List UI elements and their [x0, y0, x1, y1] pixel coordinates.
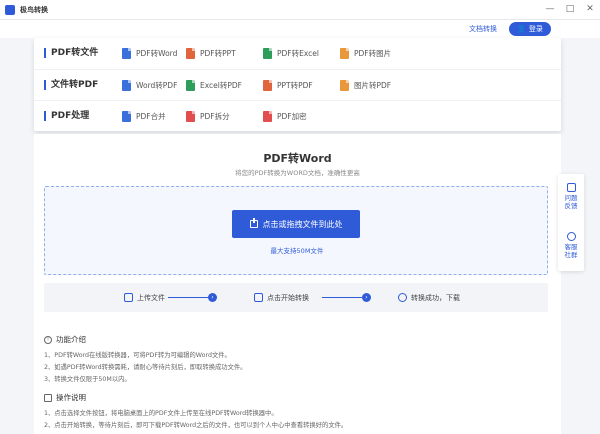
upload-icon — [249, 218, 258, 228]
menu-item-pdf-to-excel[interactable]: PDF转Excel — [263, 48, 319, 59]
main-content: PDF转Word 将您的PDF转换为WORD文档，准确性更高 点击或拖拽文件到此… — [34, 134, 561, 434]
page-title: PDF转Word — [263, 152, 332, 165]
instruction-line: 2、点击开始转换，等待片刻后，即可下载PDF转Word之后的文件，也可以到个人中… — [44, 422, 348, 429]
step-connector — [322, 297, 362, 298]
feedback-label: 反馈 — [564, 202, 578, 210]
menu-item-ppt-to-pdf[interactable]: PPT转PDF — [263, 79, 313, 91]
menu-item-pdf-merge[interactable]: PDF合并 — [122, 110, 166, 122]
menu-item-label: PPT转PDF — [277, 80, 313, 90]
menu-item-label: PDF拆分 — [200, 111, 230, 121]
feature-line: 1、PDF转Word在线版转换器，可将PDF转为可编辑的Word文件。 — [44, 352, 231, 359]
image-file-icon — [340, 48, 349, 59]
tool-menu-panel: PDF转文件 PDF转Word PDF转PPT PDF转Excel PDF转图片… — [34, 38, 561, 131]
menu-item-pdf-to-ppt[interactable]: PDF转PPT — [186, 48, 236, 59]
step-start: 点击开始转换 — [254, 293, 309, 303]
instructions-heading: 操作说明 — [44, 392, 86, 403]
maximize-button[interactable]: □ — [564, 3, 576, 15]
menu-item-label: PDF合并 — [136, 111, 166, 121]
menu-category: PDF处理 — [44, 111, 89, 121]
minimize-button[interactable]: — — [544, 3, 556, 15]
menu-item-label: PDF转图片 — [354, 49, 392, 58]
size-limit-note: 最大支持50M文件 — [270, 247, 324, 255]
menu-item-excel-to-pdf[interactable]: Excel转PDF — [186, 79, 242, 91]
menu-item-label: Excel转PDF — [200, 80, 242, 90]
lock-file-icon — [263, 110, 272, 122]
check-circle-icon — [398, 293, 407, 302]
menu-row-file-to-pdf: 文件转PDF Word转PDF Excel转PDF PPT转PDF 图片转PDF — [34, 69, 561, 100]
menu-item-pdf-split[interactable]: PDF拆分 — [186, 110, 230, 122]
menu-item-label: PDF转Word — [136, 49, 178, 58]
step-label: 转换成功，下载 — [411, 293, 460, 302]
menu-item-label: Word转PDF — [136, 80, 178, 90]
step-connector — [168, 297, 208, 298]
page-subtitle: 将您的PDF转换为WORD文档，准确性更高 — [235, 169, 360, 177]
login-label: 登录 — [528, 25, 543, 33]
arrow-right-icon: › — [208, 293, 217, 302]
menu-item-pdf-to-image[interactable]: PDF转图片 — [340, 48, 391, 59]
section-title: 功能介绍 — [56, 335, 86, 344]
menu-item-image-to-pdf[interactable]: 图片转PDF — [340, 79, 392, 91]
app-logo-icon — [5, 4, 15, 15]
menu-item-pdf-to-word[interactable]: PDF转Word — [122, 48, 177, 59]
feedback-button[interactable]: 问题 反馈 — [558, 183, 584, 210]
feature-line: 3、转换文件仅限于50M以内。 — [44, 376, 131, 383]
login-button[interactable]: 👤 登录 — [509, 22, 551, 36]
menu-category: 文件转PDF — [44, 80, 98, 90]
doc-convert-menu[interactable]: 文档转换 — [469, 24, 497, 34]
click-icon — [254, 293, 263, 302]
document-icon — [44, 393, 52, 402]
menu-row-pdf-to-file: PDF转文件 PDF转Word PDF转PPT PDF转Excel PDF转图片 — [34, 38, 561, 69]
window-controls: — □ ✕ — [544, 3, 596, 15]
excel-file-icon — [263, 48, 272, 59]
word-file-icon — [122, 79, 131, 91]
menu-category: PDF转文件 — [44, 48, 98, 58]
menu-item-label: PDF转PPT — [200, 49, 236, 58]
info-icon: ! — [44, 335, 52, 344]
menu-item-label: 图片转PDF — [354, 80, 392, 90]
menu-item-label: PDF加密 — [277, 111, 307, 121]
side-float-panel: 问题 反馈 客服 社群 — [558, 174, 584, 271]
instruction-line: 1、点击选择文件按钮，将电脑桌面上的PDF文件上传至在线PDF转Word转换器中… — [44, 410, 278, 417]
menu-item-pdf-encrypt[interactable]: PDF加密 — [263, 110, 307, 122]
step-download: 转换成功，下载 — [398, 293, 460, 303]
ppt-file-icon — [263, 79, 272, 91]
headset-icon — [566, 232, 576, 241]
community-label: 客服 — [564, 243, 578, 251]
upload-button[interactable]: 点击或拖拽文件到此处 — [232, 210, 360, 238]
conversion-steps: 上传文件 › 点击开始转换 › 转换成功，下载 — [44, 283, 548, 312]
community-button[interactable]: 客服 社群 — [558, 232, 584, 259]
features-heading: ! 功能介绍 — [44, 334, 86, 345]
feedback-label: 问题 — [564, 194, 578, 202]
upload-file-icon — [124, 293, 133, 302]
feature-line: 2、如遇PDF转Word转换需耗，请耐心等待片刻后，即取转换成功文件。 — [44, 364, 247, 371]
section-title: 操作说明 — [56, 393, 86, 402]
step-label: 点击开始转换 — [267, 293, 309, 302]
step-upload: 上传文件 — [124, 293, 165, 303]
arrow-right-icon: › — [362, 293, 371, 302]
menu-item-label: PDF转Excel — [277, 49, 319, 58]
step-label: 上传文件 — [137, 293, 165, 302]
file-drop-zone[interactable]: 点击或拖拽文件到此处 最大支持50M文件 — [44, 186, 548, 275]
top-header: 文档转换 👤 登录 — [0, 20, 600, 38]
community-label: 社群 — [564, 251, 578, 259]
merge-file-icon — [122, 110, 131, 122]
menu-row-pdf-processing: PDF处理 PDF合并 PDF拆分 PDF加密 — [34, 100, 561, 131]
upload-button-label: 点击或拖拽文件到此处 — [262, 219, 343, 229]
app-title: 极鸟转换 — [20, 5, 48, 14]
title-bar: 极鸟转换 — □ ✕ — [0, 0, 600, 20]
menu-item-word-to-pdf[interactable]: Word转PDF — [122, 79, 178, 91]
excel-file-icon — [186, 79, 195, 91]
split-file-icon — [186, 110, 195, 122]
close-button[interactable]: ✕ — [584, 3, 596, 15]
word-file-icon — [122, 48, 131, 59]
user-icon: 👤 — [517, 25, 526, 33]
image-file-icon — [340, 79, 349, 91]
edit-icon — [566, 183, 576, 192]
ppt-file-icon — [186, 48, 195, 59]
